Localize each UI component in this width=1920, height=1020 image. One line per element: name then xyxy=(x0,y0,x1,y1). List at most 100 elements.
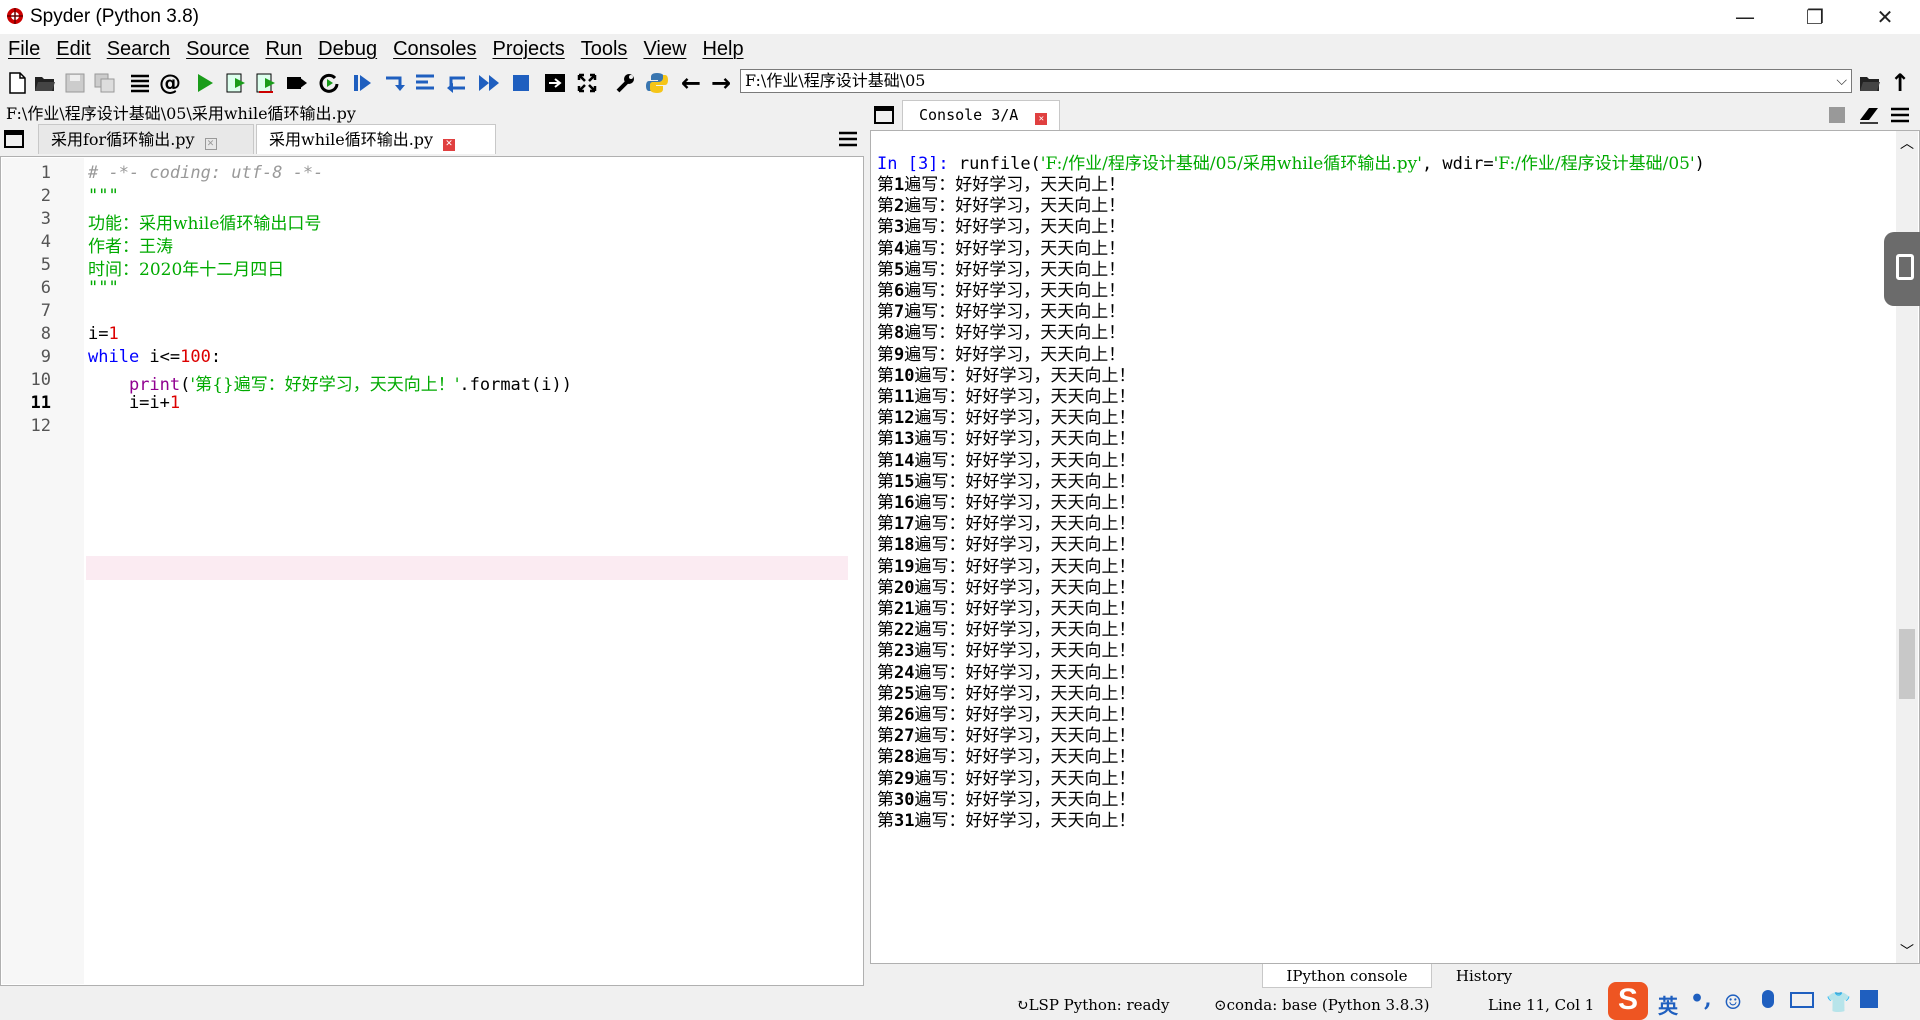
title-bar: Spyder (Python 3.8) — ❐ ✕ xyxy=(0,0,1920,34)
tab-label: 采用while循环输出.py xyxy=(269,130,434,149)
hamburger-menu-icon[interactable] xyxy=(838,130,858,152)
console-tab-label: Console 3/A xyxy=(919,106,1019,124)
code-number: 100 xyxy=(180,347,211,367)
interrupt-kernel-icon[interactable] xyxy=(1828,106,1846,128)
status-bar: ↻LSP Python: ready ⊙conda: base (Python … xyxy=(0,982,1920,1020)
scrollbar-thumb[interactable] xyxy=(1899,629,1915,699)
tab-for-loop[interactable]: 采用for循环输出.py ✕ xyxy=(38,124,254,154)
console-wdir-label: , wdir= xyxy=(1421,154,1494,174)
conda-icon: ⊙ xyxy=(1214,996,1227,1014)
at-icon[interactable]: @ xyxy=(157,70,183,96)
menu-view[interactable]: View xyxy=(635,38,694,61)
ime-language-icon[interactable]: 英 xyxy=(1658,990,1678,1019)
line-number: 6 xyxy=(40,278,51,298)
menu-edit[interactable]: Edit xyxy=(48,38,98,61)
line-number: 1 xyxy=(40,163,51,183)
close-button[interactable]: ✕ xyxy=(1850,0,1920,34)
lsp-status: ↻LSP Python: ready xyxy=(1016,996,1170,1014)
run-selection-icon[interactable] xyxy=(284,70,310,96)
line-number: 2 xyxy=(40,186,51,206)
save-icon[interactable] xyxy=(62,70,88,96)
editor-tab-bar: 采用for循环输出.py ✕ 采用while循环输出.py ✕ xyxy=(0,124,864,156)
ime-punctuation-icon[interactable]: •, xyxy=(1690,986,1712,1012)
side-floating-widget[interactable] xyxy=(1884,232,1920,306)
menu-source[interactable]: Source xyxy=(178,38,257,61)
working-directory-combo[interactable]: F:\作业\程序设计基础\05 ⌵ xyxy=(740,69,1852,93)
eraser-icon[interactable] xyxy=(1858,106,1880,128)
open-file-icon[interactable] xyxy=(32,70,58,96)
code-line: i=1 xyxy=(88,324,119,344)
menu-consoles[interactable]: Consoles xyxy=(385,38,484,61)
new-file-icon[interactable] xyxy=(4,70,30,96)
line-number: 8 xyxy=(40,324,51,344)
console-pane-tabs: IPython console History xyxy=(1262,964,1512,988)
menu-run[interactable]: Run xyxy=(257,38,310,61)
tab-history[interactable]: History xyxy=(1434,964,1534,988)
tab-console[interactable]: Console 3/A ✕ xyxy=(902,100,1060,130)
lsp-icon: ↻ xyxy=(1016,996,1029,1014)
browse-tabs-icon[interactable] xyxy=(874,106,894,128)
preferences-icon[interactable] xyxy=(612,70,638,96)
code-editor[interactable]: 1 2 3 4 5 6 7 8 9 10 11 12 # -*- coding:… xyxy=(0,156,864,986)
step-return-icon[interactable] xyxy=(444,70,470,96)
line-number: 9 xyxy=(40,347,51,367)
browse-tabs-icon[interactable] xyxy=(4,130,24,152)
run-cell-icon[interactable] xyxy=(224,70,250,96)
menu-file[interactable]: File xyxy=(0,38,48,61)
menu-projects[interactable]: Projects xyxy=(484,38,572,61)
line-number: 12 xyxy=(30,416,51,436)
list-icon[interactable] xyxy=(127,70,153,96)
ime-shirt-icon[interactable]: 👕 xyxy=(1826,990,1851,1014)
python-path-icon[interactable] xyxy=(644,70,670,96)
maximize-pane-icon[interactable] xyxy=(542,70,568,96)
minimize-button[interactable]: — xyxy=(1710,0,1780,34)
conda-status: ⊙conda: base (Python 3.8.3) xyxy=(1214,996,1430,1014)
hamburger-menu-icon[interactable] xyxy=(1890,106,1910,128)
ime-grid-icon[interactable] xyxy=(1860,990,1878,1008)
code-line-docstring: """ xyxy=(88,186,119,206)
working-directory-value: F:\作业\程序设计基础\05 xyxy=(745,71,926,90)
back-icon[interactable]: ← xyxy=(678,69,704,97)
forward-icon[interactable]: → xyxy=(708,69,734,97)
code-line: print('第{}遍写：好好学习，天天向上！'.format(i)) xyxy=(128,375,572,395)
step-into-icon[interactable] xyxy=(412,70,438,96)
window-title: Spyder (Python 3.8) xyxy=(30,6,199,27)
tab-while-loop[interactable]: 采用while循环输出.py ✕ xyxy=(256,124,496,154)
code-line-docstring: 作者：王涛 xyxy=(88,237,173,257)
menu-help[interactable]: Help xyxy=(694,38,751,61)
ime-logo-icon[interactable]: S xyxy=(1608,982,1648,1020)
ipython-console[interactable]: In [3]: runfile('F:/作业/程序设计基础/05/采用while… xyxy=(870,130,1920,964)
step-icon[interactable] xyxy=(382,70,408,96)
code-line-docstring: 时间：2020年十二月四日 xyxy=(88,260,285,280)
menu-debug[interactable]: Debug xyxy=(310,38,385,61)
close-tab-icon[interactable]: ✕ xyxy=(204,138,217,150)
line-number: 4 xyxy=(40,232,51,252)
rerun-icon[interactable] xyxy=(316,70,342,96)
browse-folder-icon[interactable] xyxy=(1857,70,1883,96)
close-tab-icon[interactable]: ✕ xyxy=(1035,113,1048,125)
parent-dir-icon[interactable]: ↑ xyxy=(1887,69,1913,97)
scroll-up-icon[interactable]: ︿ xyxy=(1900,133,1914,153)
fullscreen-icon[interactable] xyxy=(574,70,600,96)
continue-icon[interactable] xyxy=(476,70,502,96)
code-builtin: print xyxy=(128,375,181,395)
menu-search[interactable]: Search xyxy=(99,38,178,61)
maximize-button[interactable]: ❐ xyxy=(1780,0,1850,34)
ime-emoji-icon[interactable]: ☺ xyxy=(1724,990,1742,1014)
tab-ipython-console[interactable]: IPython console xyxy=(1262,964,1432,988)
debug-icon[interactable] xyxy=(350,70,376,96)
ime-microphone-icon[interactable] xyxy=(1762,990,1774,1008)
close-tab-icon[interactable]: ✕ xyxy=(443,139,456,151)
code-number: 1 xyxy=(108,324,119,344)
ime-keyboard-icon[interactable] xyxy=(1790,992,1814,1008)
run-cell-advance-icon[interactable] xyxy=(254,70,280,96)
run-icon[interactable] xyxy=(192,70,218,96)
chevron-down-icon[interactable]: ⌵ xyxy=(1836,70,1847,92)
code-line: while i<=100: xyxy=(88,347,222,367)
scroll-down-icon[interactable]: ﹀ xyxy=(1900,941,1914,961)
stop-icon[interactable] xyxy=(508,70,534,96)
menu-tools[interactable]: Tools xyxy=(573,38,636,61)
console-wdir-arg: 'F:/作业/程序设计基础/05' xyxy=(1493,154,1695,174)
save-all-icon[interactable] xyxy=(92,70,118,96)
line-number-current: 11 xyxy=(30,393,51,413)
